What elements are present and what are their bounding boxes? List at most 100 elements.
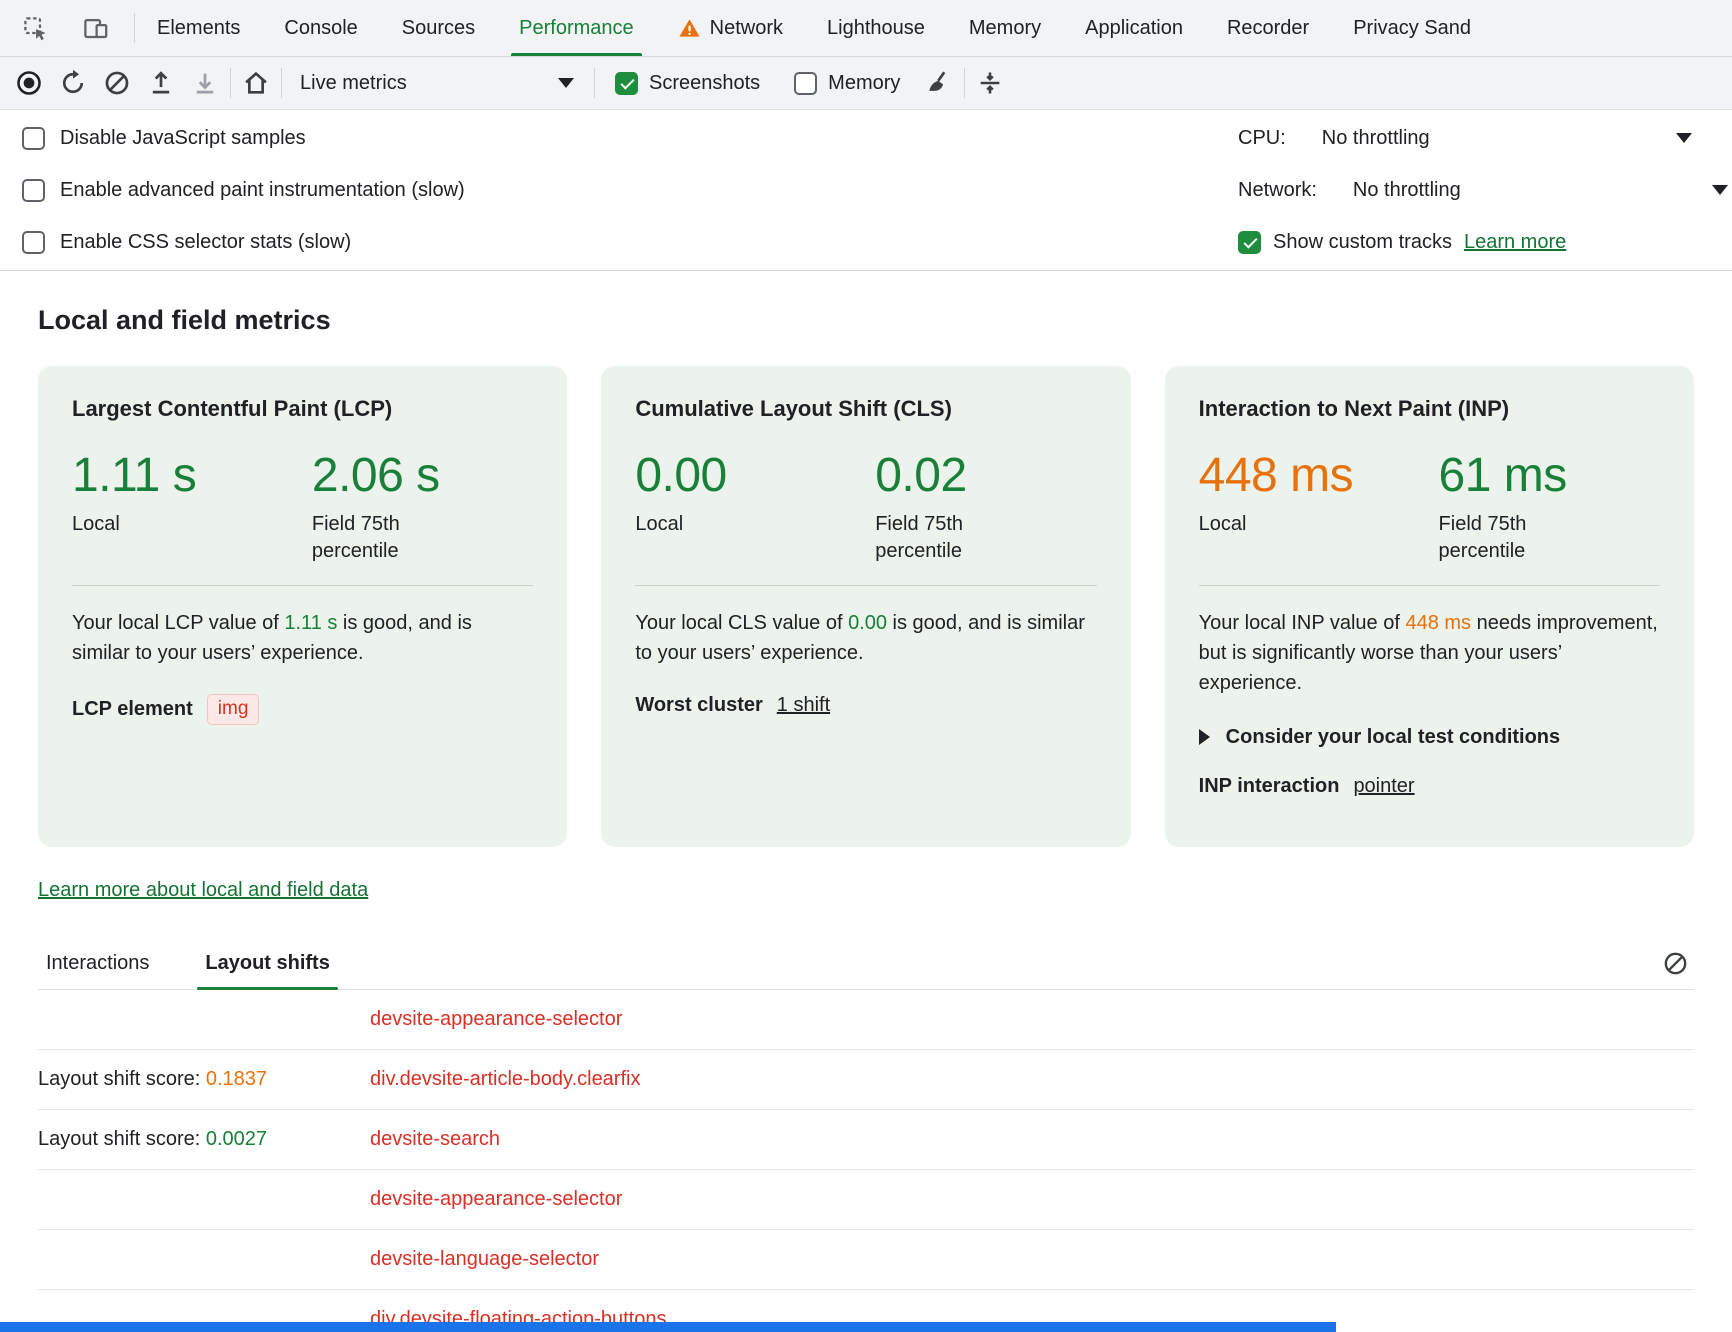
cls-desc-highlight: 0.00 <box>848 612 887 634</box>
inp-local-label: Local <box>1199 511 1349 538</box>
tab-performance[interactable]: Performance <box>497 0 656 56</box>
page-title: Local and field metrics <box>38 305 1694 336</box>
screenshots-checkbox[interactable]: Screenshots <box>601 72 774 95</box>
tab-network[interactable]: Network <box>656 0 805 56</box>
layout-shift-row: devsite-appearance-selector <box>38 1170 1694 1230</box>
layout-shift-row: devsite-language-selector <box>38 1230 1694 1290</box>
score-value: 0.0027 <box>206 1128 267 1150</box>
layout-shift-node-link[interactable]: div.devsite-article-body.clearfix <box>370 1068 640 1091</box>
metric-cards: Largest Contentful Paint (LCP) 1.11 s Lo… <box>38 366 1694 847</box>
lcp-field-label: Field 75th percentile <box>312 511 462 565</box>
history-dropdown[interactable]: Live metrics <box>288 63 588 103</box>
toolbar-separator <box>230 68 231 98</box>
show-custom-tracks-checkbox[interactable] <box>1238 231 1261 254</box>
layout-shift-row: Layout shift score: 0.1837 div.devsite-a… <box>38 1050 1694 1110</box>
network-throttling-select[interactable]: Network: No throttling <box>1238 164 1732 216</box>
layout-shift-node-link[interactable]: devsite-appearance-selector <box>370 1188 622 1211</box>
memory-checkbox-label: Memory <box>828 72 900 95</box>
network-warning-icon <box>678 17 701 40</box>
lcp-description: Your local LCP value of 1.11 s is good, … <box>72 608 533 668</box>
chevron-down-icon <box>1676 133 1692 143</box>
tab-lighthouse[interactable]: Lighthouse <box>805 0 947 56</box>
screenshots-checkbox-box <box>615 72 638 95</box>
css-selector-stats-box <box>22 231 45 254</box>
show-custom-tracks-row: Show custom tracks Learn more <box>1238 216 1732 268</box>
inp-card: Interaction to Next Paint (INP) 448 ms L… <box>1165 366 1694 847</box>
local-test-conditions-disclosure[interactable]: Consider your local test conditions <box>1199 726 1660 749</box>
tab-recorder[interactable]: Recorder <box>1205 0 1331 56</box>
cls-field-value: 0.02 <box>875 450 1025 503</box>
panel-tabs: Elements Console Sources Performance Net… <box>135 0 1493 56</box>
show-custom-tracks-label: Show custom tracks <box>1273 231 1452 254</box>
load-profile-icon[interactable] <box>142 64 180 102</box>
card-divider <box>72 585 533 586</box>
memory-checkbox[interactable]: Memory <box>780 72 914 95</box>
layout-shift-row: devsite-appearance-selector <box>38 990 1694 1050</box>
cpu-value: No throttling <box>1322 127 1430 150</box>
lcp-desc-highlight: 1.11 s <box>284 612 337 634</box>
lcp-local-label: Local <box>72 511 222 538</box>
card-divider <box>1199 585 1660 586</box>
bottom-highlight-bar <box>0 1322 1336 1332</box>
clear-recording-icon[interactable] <box>98 64 136 102</box>
toolbar-separator <box>281 68 282 98</box>
cls-card: Cumulative Layout Shift (CLS) 0.00 Local… <box>601 366 1130 847</box>
live-metrics-log-tabs: Interactions Layout shifts <box>38 938 1694 990</box>
layout-shift-node-link[interactable]: devsite-search <box>370 1128 500 1151</box>
clear-log-icon[interactable] <box>1656 945 1694 983</box>
screenshots-checkbox-label: Screenshots <box>649 72 760 95</box>
broom-icon[interactable] <box>920 64 958 102</box>
home-icon[interactable] <box>237 64 275 102</box>
tab-interactions[interactable]: Interactions <box>38 938 157 989</box>
performance-toolbar: Live metrics Screenshots Memory <box>0 57 1732 110</box>
throttling-options: CPU: No throttling Network: No throttlin… <box>1238 112 1732 268</box>
tab-layout-shifts[interactable]: Layout shifts <box>197 938 337 989</box>
chevron-down-icon <box>558 78 574 88</box>
live-metrics-view: Local and field metrics Largest Contentf… <box>0 305 1732 1332</box>
worst-cluster-link[interactable]: 1 shift <box>777 694 830 717</box>
lcp-local-value: 1.11 s <box>72 450 312 503</box>
local-field-data-learn-more-link[interactable]: Learn more about local and field data <box>38 879 368 901</box>
inp-field-label: Field 75th percentile <box>1439 511 1589 565</box>
lcp-element-node-link[interactable]: img <box>207 694 260 725</box>
cls-local-value: 0.00 <box>635 450 875 503</box>
inp-interaction-link[interactable]: pointer <box>1353 775 1414 798</box>
lcp-element-label: LCP element <box>72 698 193 721</box>
layout-shift-row: Layout shift score: 0.0027 devsite-searc… <box>38 1110 1694 1170</box>
tab-sources[interactable]: Sources <box>380 0 497 56</box>
memory-checkbox-box <box>794 72 817 95</box>
tab-memory[interactable]: Memory <box>947 0 1063 56</box>
card-divider <box>635 585 1096 586</box>
layout-shift-node-link[interactable]: devsite-language-selector <box>370 1248 599 1271</box>
layout-shift-node-link[interactable]: devsite-appearance-selector <box>370 1008 622 1031</box>
toolbar-separator <box>964 68 965 98</box>
layout-shift-score: Layout shift score: 0.1837 <box>38 1068 370 1091</box>
reload-record-icon[interactable] <box>54 64 92 102</box>
inp-interaction-label: INP interaction <box>1199 775 1340 798</box>
worst-cluster-label: Worst cluster <box>635 694 762 717</box>
inspect-element-icon[interactable] <box>16 9 54 47</box>
device-toolbar-icon[interactable] <box>76 9 114 47</box>
vertical-align-icon[interactable] <box>971 64 1009 102</box>
lcp-card-title: Largest Contentful Paint (LCP) <box>72 396 533 422</box>
local-test-conditions-label: Consider your local test conditions <box>1226 726 1561 749</box>
custom-tracks-learn-more-link[interactable]: Learn more <box>1464 231 1566 254</box>
tab-bar-left-icons <box>0 0 134 56</box>
tab-application[interactable]: Application <box>1063 0 1205 56</box>
tab-console[interactable]: Console <box>262 0 379 56</box>
disable-js-samples-label: Disable JavaScript samples <box>60 127 306 150</box>
advanced-paint-box <box>22 179 45 202</box>
devtools-performance-panel: Elements Console Sources Performance Net… <box>0 0 1732 1332</box>
cpu-throttling-select[interactable]: CPU: No throttling <box>1238 112 1732 164</box>
cls-description: Your local CLS value of 0.00 is good, an… <box>635 608 1096 668</box>
tab-privacy-sandbox[interactable]: Privacy Sand <box>1331 0 1493 56</box>
record-icon[interactable] <box>10 64 48 102</box>
toolbar-separator <box>594 68 595 98</box>
save-profile-icon[interactable] <box>186 64 224 102</box>
inp-local-value: 448 ms <box>1199 450 1439 503</box>
advanced-paint-label: Enable advanced paint instrumentation (s… <box>60 179 465 202</box>
network-label: Network: <box>1238 179 1317 202</box>
lcp-card: Largest Contentful Paint (LCP) 1.11 s Lo… <box>38 366 567 847</box>
score-value: 0.1837 <box>206 1068 267 1090</box>
tab-elements[interactable]: Elements <box>135 0 262 56</box>
